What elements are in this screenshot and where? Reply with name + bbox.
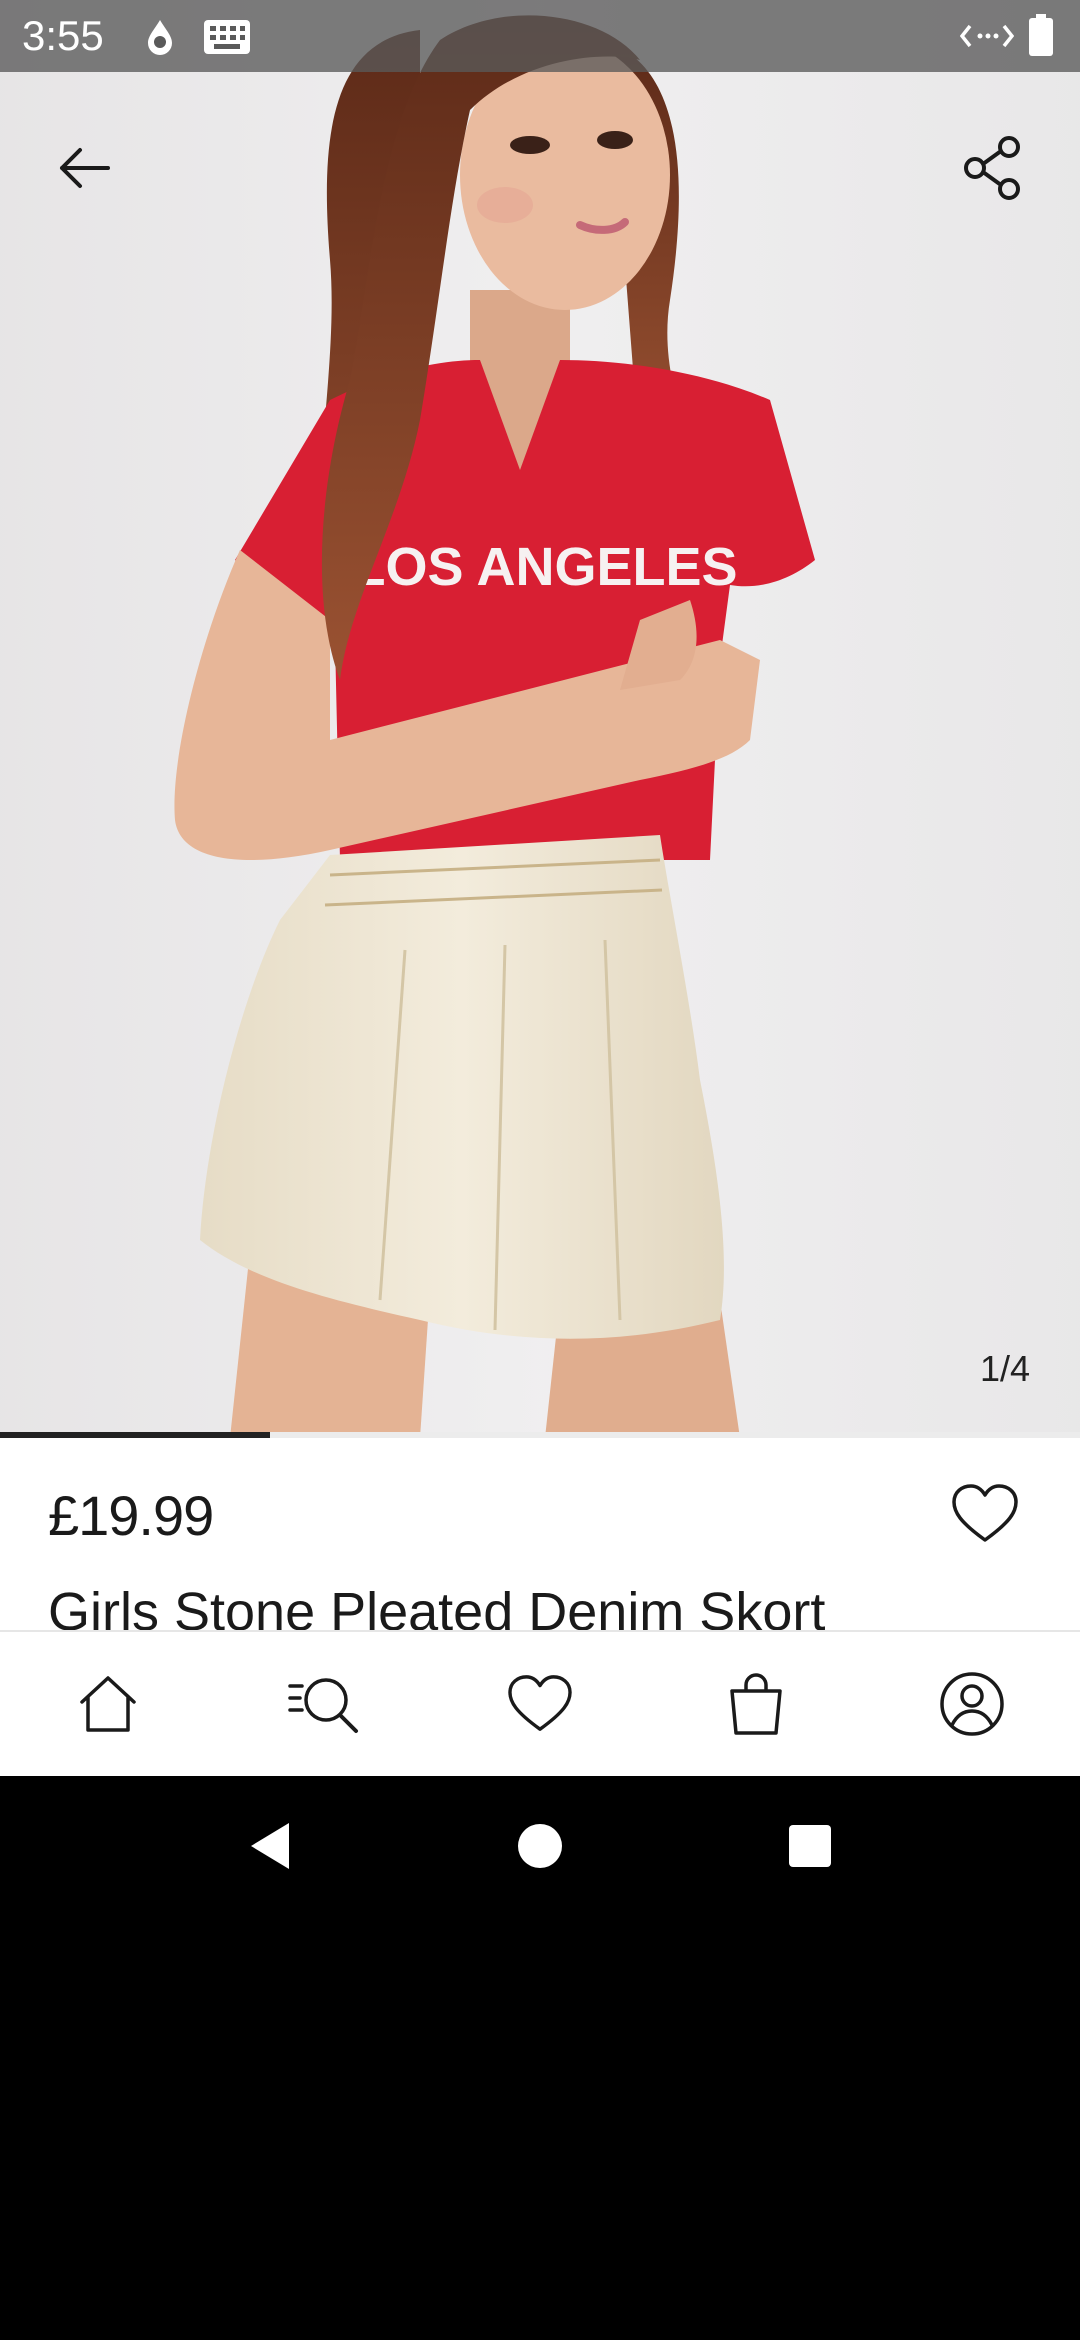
home-icon	[80, 1676, 136, 1732]
bottom-navigation	[0, 1630, 1080, 1776]
system-navigation-bar	[0, 1776, 1080, 1916]
product-photo: LOS ANGELES	[0, 0, 1080, 1438]
search-icon	[288, 1678, 358, 1733]
system-back-button[interactable]	[200, 1776, 340, 1916]
keyboard-icon	[204, 20, 250, 54]
product-detail-screen: LOS ANGELES 1/4 3:55 £19.99 Girls Stone …	[0, 0, 1080, 2340]
recents-square-icon	[789, 1825, 831, 1867]
status-time: 3:55	[22, 12, 104, 59]
nav-wishlist[interactable]	[432, 1632, 648, 1776]
shirt-print-text: LOS ANGELES	[352, 537, 737, 597]
product-title: Girls Stone Pleated Denim Skort	[48, 1582, 826, 1630]
product-price: £19.99	[48, 1484, 214, 1547]
back-triangle-icon	[251, 1823, 289, 1869]
nav-home[interactable]	[0, 1632, 216, 1776]
water-drop-icon	[148, 20, 172, 55]
heart-outline-icon	[952, 1484, 1018, 1542]
account-icon	[940, 1672, 1004, 1736]
wishlist-button[interactable]	[950, 1482, 1040, 1562]
system-home-button[interactable]	[470, 1776, 610, 1916]
shopping-bag-icon	[730, 1673, 782, 1735]
heart-icon	[508, 1675, 572, 1731]
back-button[interactable]	[36, 120, 132, 216]
nav-account[interactable]	[864, 1632, 1080, 1776]
signal-icon	[960, 24, 1014, 48]
product-image-carousel[interactable]: LOS ANGELES 1/4	[0, 0, 1080, 1438]
status-bar: 3:55	[0, 0, 1080, 72]
nav-bag[interactable]	[648, 1632, 864, 1776]
home-circle-icon	[518, 1824, 562, 1868]
product-info: £19.99 Girls Stone Pleated Denim Skort	[0, 1438, 1080, 1630]
battery-icon	[1029, 14, 1053, 56]
arrow-left-icon	[60, 148, 110, 188]
image-counter: 1/4	[979, 1348, 1030, 1389]
nav-search[interactable]	[216, 1632, 432, 1776]
share-button[interactable]	[946, 120, 1042, 216]
share-icon	[964, 136, 1020, 200]
system-recents-button[interactable]	[740, 1776, 880, 1916]
